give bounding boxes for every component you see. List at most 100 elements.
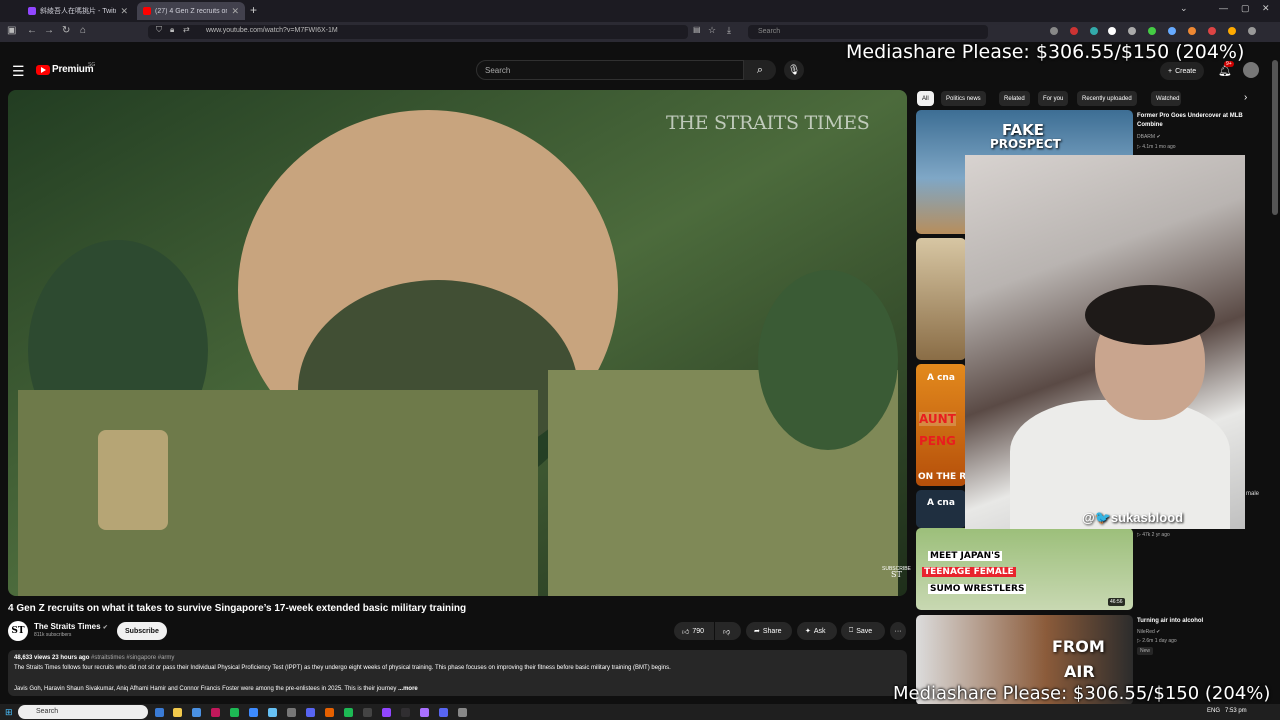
steam-icon[interactable] bbox=[268, 708, 277, 717]
file-explorer-icon[interactable] bbox=[173, 708, 182, 717]
extension-icon[interactable] bbox=[1188, 27, 1196, 35]
app-icon[interactable] bbox=[192, 708, 201, 717]
language-indicator[interactable]: ENG bbox=[1207, 708, 1220, 714]
menu-icon[interactable]: ☰ bbox=[12, 63, 25, 80]
url-text[interactable]: www.youtube.com/watch?v=M7FWI6X-1M bbox=[206, 27, 338, 34]
more-actions-button[interactable]: ··· bbox=[890, 622, 906, 640]
like-button[interactable]: 👍︎ 790 bbox=[674, 622, 714, 640]
video-player[interactable] bbox=[8, 90, 907, 596]
minimize-button[interactable]: — bbox=[1219, 3, 1228, 13]
extension-icon[interactable] bbox=[1228, 27, 1236, 35]
screenshot-icon[interactable]: ▤ bbox=[693, 25, 701, 34]
lock-icon[interactable]: 🔒︎ bbox=[170, 25, 174, 35]
channel-name[interactable]: The Straits Times ✔ bbox=[34, 622, 108, 631]
tab-list-icon[interactable]: ⌄ bbox=[1180, 3, 1188, 14]
video-frame-image bbox=[8, 90, 907, 596]
extension-icon[interactable] bbox=[1148, 27, 1156, 35]
bookmark-icon: ⎕ bbox=[849, 627, 854, 634]
channel-watermark-logo[interactable]: SUBSCRIBE ST bbox=[882, 566, 911, 579]
create-button[interactable]: + Create bbox=[1160, 62, 1205, 80]
app-icon[interactable] bbox=[420, 708, 429, 717]
channel-avatar[interactable]: ST bbox=[8, 621, 28, 641]
extension-icon[interactable] bbox=[1128, 27, 1136, 35]
description-text-line2: Javis Goh, Haravin Shaun Sivakumar, Aniq… bbox=[14, 686, 418, 692]
extension-icon[interactable] bbox=[1090, 27, 1098, 35]
show-more-link[interactable]: ...more bbox=[398, 686, 418, 692]
library-icon[interactable] bbox=[1050, 27, 1058, 35]
ask-button[interactable]: ✦ Ask bbox=[797, 622, 837, 640]
subscribe-button[interactable]: Subscribe bbox=[117, 622, 167, 640]
cna-logo: A cna bbox=[927, 373, 955, 383]
app-icon[interactable] bbox=[211, 708, 220, 717]
chip-for-you[interactable]: For you bbox=[1038, 91, 1069, 106]
recommended-channel[interactable]: NileRed ✔ bbox=[1137, 628, 1160, 636]
app-icon[interactable] bbox=[363, 708, 372, 717]
chevron-right-icon[interactable]: › bbox=[1244, 92, 1247, 103]
chip-all[interactable]: All bbox=[917, 91, 934, 106]
app-icon[interactable] bbox=[287, 708, 296, 717]
page-scrollbar[interactable] bbox=[1272, 60, 1278, 215]
share-icon: ➦ bbox=[754, 628, 760, 635]
task-view-icon[interactable] bbox=[155, 708, 164, 717]
browser-tab-youtube[interactable]: (27) 4 Gen Z recruits on wh ✕ bbox=[137, 2, 245, 20]
windows-start-icon[interactable]: ⊞ bbox=[5, 707, 13, 718]
discord-icon[interactable] bbox=[306, 708, 315, 717]
menu-icon[interactable] bbox=[1248, 27, 1256, 35]
spotify-icon[interactable] bbox=[230, 708, 239, 717]
reload-icon[interactable]: ↻ bbox=[62, 25, 70, 36]
video-title: 4 Gen Z recruits on what it takes to sur… bbox=[8, 603, 467, 614]
recommended-thumbnail[interactable] bbox=[916, 490, 966, 528]
forward-icon[interactable]: → bbox=[44, 25, 54, 36]
download-icon[interactable]: ⤓ bbox=[727, 25, 731, 36]
recommended-title[interactable]: Former Pro Goes Undercover at MLB Combin… bbox=[1137, 112, 1257, 130]
hashtags[interactable]: #straitstimes #singapore #army bbox=[91, 655, 174, 661]
recommended-thumbnail[interactable] bbox=[916, 238, 966, 360]
app-icon[interactable] bbox=[344, 708, 353, 717]
obs-icon[interactable] bbox=[401, 708, 410, 717]
sidebar-toggle-icon[interactable]: ▣ bbox=[7, 25, 16, 36]
permissions-icon[interactable]: ⇄ bbox=[183, 25, 190, 34]
recommended-channel[interactable]: DBARM ✔ bbox=[1137, 133, 1161, 141]
like-count: 790 bbox=[692, 627, 705, 635]
channel-name-label: The Straits Times bbox=[34, 622, 101, 631]
extension-icon[interactable] bbox=[1070, 27, 1078, 35]
close-tab-icon[interactable]: ✕ bbox=[120, 6, 128, 17]
shield-icon[interactable]: ⛉ bbox=[156, 25, 162, 35]
extension-icon[interactable] bbox=[1168, 27, 1176, 35]
save-button[interactable]: ⎕ Save bbox=[841, 622, 885, 640]
youtube-logo-icon[interactable] bbox=[36, 65, 50, 75]
browser-search-input[interactable]: Search bbox=[748, 25, 988, 39]
system-clock[interactable]: 7:53 pm bbox=[1225, 708, 1247, 714]
youtube-icon bbox=[143, 7, 151, 15]
clipped-text: male bbox=[1246, 491, 1260, 497]
app-icon[interactable] bbox=[439, 708, 448, 717]
taskbar-search-input[interactable]: Search bbox=[18, 705, 148, 719]
extension-icon[interactable] bbox=[1108, 27, 1116, 35]
voice-search-button[interactable]: 🎙︎ bbox=[784, 60, 804, 80]
chip-related[interactable]: Related bbox=[999, 91, 1030, 106]
view-count-and-date: 48,633 views 23 hours ago bbox=[14, 655, 90, 661]
firefox-icon[interactable] bbox=[325, 708, 334, 717]
chip-politics-news[interactable]: Politics news bbox=[941, 91, 986, 106]
app-icon[interactable] bbox=[382, 708, 391, 717]
home-icon[interactable]: ⌂ bbox=[80, 25, 86, 36]
close-window-button[interactable]: ✕ bbox=[1262, 3, 1270, 14]
new-tab-button[interactable]: + bbox=[250, 3, 257, 17]
browser-tab-twitch[interactable]: 斜綾吾人在嗎挑片 - Twitch ✕ bbox=[22, 2, 134, 20]
recommended-title[interactable]: Turning air into alcohol bbox=[1137, 617, 1203, 626]
share-button[interactable]: ➦ Share bbox=[746, 622, 792, 640]
description-stats: 48,633 views 23 hours ago #straitstimes … bbox=[14, 655, 174, 661]
search-input[interactable]: Search bbox=[476, 60, 744, 80]
chip-watched[interactable]: Watched bbox=[1151, 91, 1181, 106]
back-icon[interactable]: ← bbox=[27, 25, 37, 36]
close-tab-icon[interactable]: ✕ bbox=[231, 6, 239, 17]
bookmark-star-icon[interactable]: ☆ bbox=[708, 25, 716, 36]
chip-recently-uploaded[interactable]: Recently uploaded bbox=[1077, 91, 1137, 106]
app-icon[interactable] bbox=[249, 708, 258, 717]
maximize-button[interactable]: ▢ bbox=[1241, 3, 1250, 14]
dislike-button[interactable]: 👎︎ bbox=[715, 622, 741, 640]
settings-icon[interactable] bbox=[458, 708, 467, 717]
search-button[interactable]: ⌕ bbox=[744, 60, 776, 80]
extension-icon[interactable] bbox=[1208, 27, 1216, 35]
account-avatar[interactable] bbox=[1243, 62, 1259, 78]
